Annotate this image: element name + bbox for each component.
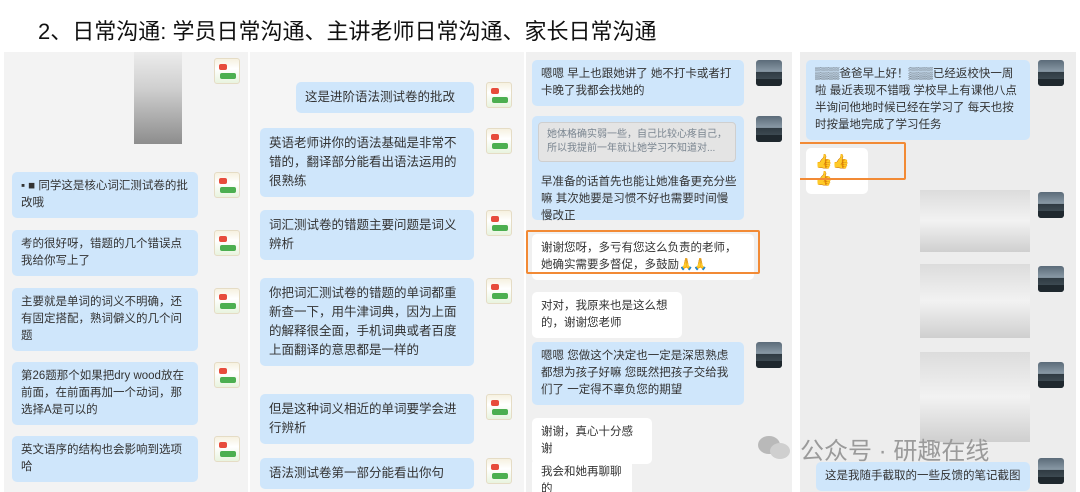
teacher-avatar	[1038, 60, 1064, 86]
teacher-avatar	[486, 82, 512, 108]
chat-message: 语法测试卷第一部分能看出你句	[260, 458, 474, 489]
page-heading: 2、日常沟通: 学员日常沟通、主讲老师日常沟通、家长日常沟通	[38, 19, 657, 44]
chat-message: 这是我随手截取的一些反馈的笔记截图	[816, 462, 1030, 491]
chat-message: 对对，我原来也是这么想的，谢谢您老师	[532, 292, 682, 338]
teacher-avatar	[214, 230, 240, 256]
chat-message: 主要就是单词的词义不明确，还有固定搭配，熟词僻义的几个问题	[12, 288, 198, 351]
teacher-avatar	[756, 342, 782, 368]
teacher-avatar	[1038, 192, 1064, 218]
teacher-avatar	[486, 210, 512, 236]
note-screenshot	[920, 352, 1030, 442]
parent-chat-panel: 嗯嗯 早上也跟她讲了 她不打卡或者打卡晚了我都会找她的 她体格确实弱一些，自己比…	[526, 52, 792, 492]
chat-message: 英语老师讲你的语法基础是非常不错的，翻译部分能看出语法运用的很熟练	[260, 128, 474, 197]
teacher-avatar	[214, 288, 240, 314]
teacher-avatar	[756, 60, 782, 86]
teacher-avatar	[214, 58, 240, 84]
teacher-avatar	[486, 394, 512, 420]
note-screenshot	[920, 190, 1030, 252]
teacher-avatar	[756, 116, 782, 142]
chat-message-with-quote: 她体格确实弱一些，自己比较心疼自己，所以我提前一年就让她学习不知道对... 早准…	[532, 116, 744, 222]
chat-message: 英文语序的结构也会影响到选项哈	[12, 436, 198, 482]
screenshot-image	[134, 52, 182, 144]
chat-message: ▒▒▒爸爸早上好！▒▒▒已经返校快一周啦 最近表现不错哦 学校早上有课他八点半询…	[806, 60, 1030, 140]
chat-message: 考的很好呀，错题的几个错误点我给你写上了	[12, 230, 198, 276]
highlight-box	[526, 230, 760, 274]
watermark: 公众号 · 研趣在线	[758, 432, 1058, 465]
reply-text: 早准备的话首先也能让她准备更充分些嘛 其次她要是习惯不好也需要时间慢慢改正	[541, 176, 737, 222]
lecturer-chat-panel: 这是进阶语法测试卷的批改 英语老师讲你的语法基础是非常不错的，翻译部分能看出语法…	[250, 52, 524, 492]
watermark-text: 公众号 · 研趣在线	[800, 437, 990, 465]
parent-chat-panel-2: ▒▒▒爸爸早上好！▒▒▒已经返校快一周啦 最近表现不错哦 学校早上有课他八点半询…	[800, 52, 1076, 492]
chat-message: 我会和她再聊聊的	[532, 458, 632, 492]
chat-message: 词汇测试卷的错题主要问题是词义辨析	[260, 210, 474, 260]
quoted-message: 她体格确实弱一些，自己比较心疼自己，所以我提前一年就让她学习不知道对...	[538, 122, 736, 162]
highlight-box	[800, 142, 906, 180]
teacher-avatar	[214, 172, 240, 198]
chat-message: 但是这种词义相近的单词要学会进行辨析	[260, 394, 474, 444]
note-screenshot	[920, 264, 1030, 338]
chat-message: ▪ ■ 同学这是核心词汇测试卷的批改哦	[12, 172, 198, 218]
teacher-avatar	[214, 362, 240, 388]
student-chat-panel: ▪ ■ 同学这是核心词汇测试卷的批改哦 考的很好呀，错题的几个错误点我给你写上了…	[4, 52, 248, 492]
teacher-avatar	[486, 458, 512, 484]
teacher-avatar	[486, 128, 512, 154]
chat-message: 这是进阶语法测试卷的批改	[296, 82, 474, 113]
chat-message: 第26题那个如果把dry wood放在前面，在前面再加一个动词，那选择A是可以的	[12, 362, 198, 425]
chat-message: 嗯嗯 早上也跟她讲了 她不打卡或者打卡晚了我都会找她的	[532, 60, 744, 106]
teacher-avatar	[214, 436, 240, 462]
teacher-avatar	[1038, 362, 1064, 388]
chat-message: 你把词汇测试卷的错题的单词都重新查一下，用牛津词典，因为上面的解释很全面，手机词…	[260, 278, 474, 366]
teacher-avatar	[486, 278, 512, 304]
wechat-icon	[758, 434, 792, 462]
chat-message: 嗯嗯 您做这个决定也一定是深思熟虑 都想为孩子好嘛 您既然把孩子交给我们了 一定…	[532, 342, 744, 405]
teacher-avatar	[1038, 266, 1064, 292]
